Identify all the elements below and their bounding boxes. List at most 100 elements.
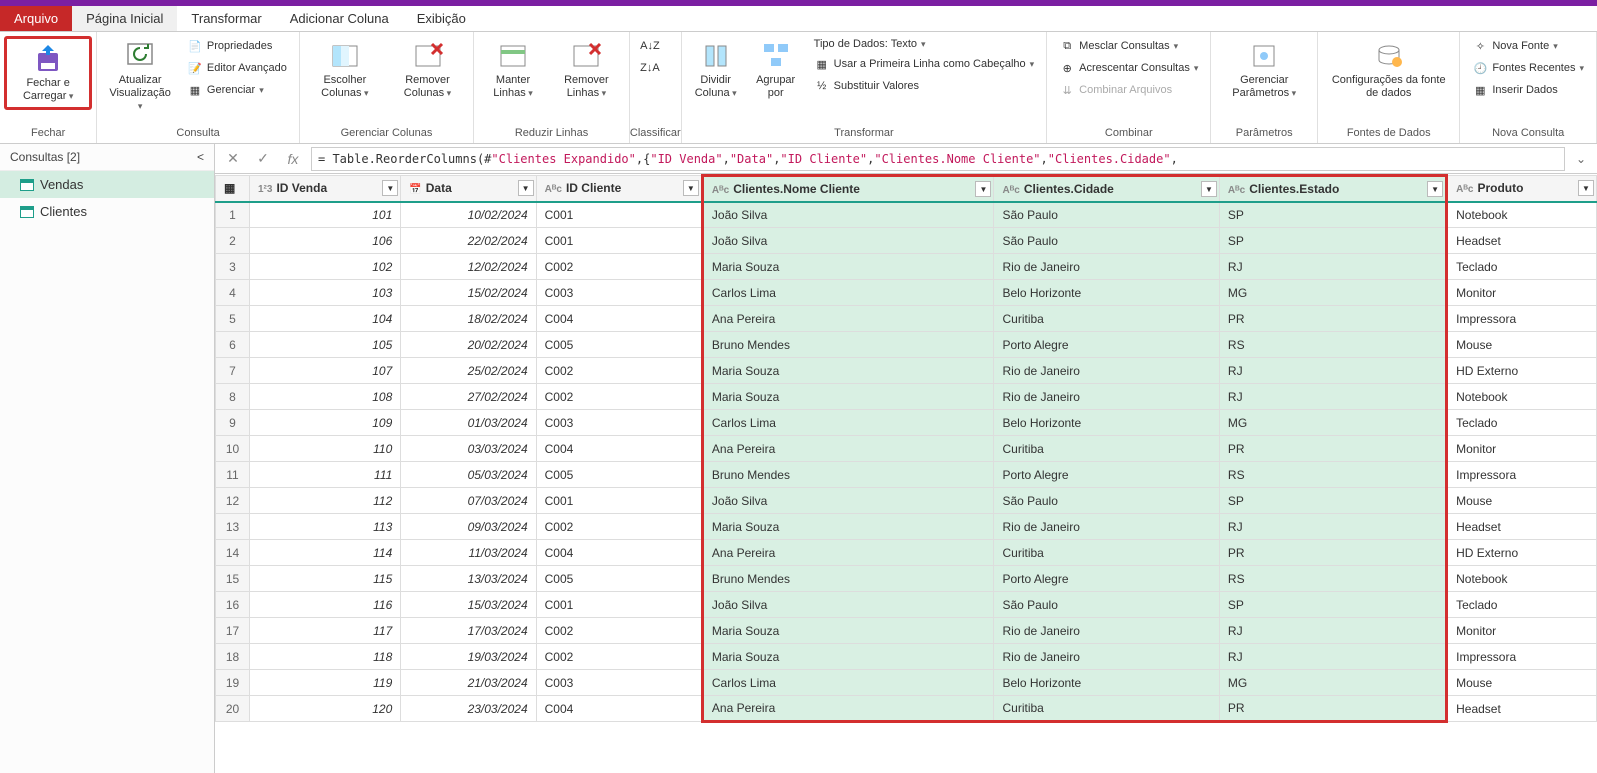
- recent-sources-button[interactable]: 🕘Fontes Recentes: [1468, 58, 1588, 78]
- formula-expand-button[interactable]: ⌄: [1571, 152, 1591, 166]
- sort-asc-button[interactable]: A↓Z: [638, 36, 662, 56]
- remove-columns-button[interactable]: Remover Colunas: [386, 36, 469, 104]
- grid-cell[interactable]: 17/03/2024: [401, 618, 536, 644]
- formula-cancel-button[interactable]: ✕: [221, 147, 245, 171]
- filter-dropdown-icon[interactable]: ▼: [683, 180, 699, 196]
- grid-cell[interactable]: Monitor: [1447, 618, 1597, 644]
- column-header[interactable]: AᴮcClientes.Estado▼: [1219, 176, 1446, 202]
- grid-cell[interactable]: Bruno Mendes: [702, 332, 994, 358]
- grid-cell[interactable]: 10/02/2024: [401, 202, 536, 228]
- column-header[interactable]: 📅Data▼: [401, 176, 536, 202]
- first-row-header-button[interactable]: ▦Usar a Primeira Linha como Cabeçalho: [810, 54, 1039, 74]
- grid-cell[interactable]: Porto Alegre: [994, 462, 1219, 488]
- replace-values-button[interactable]: ½Substituir Valores: [810, 76, 1039, 96]
- row-number[interactable]: 7: [216, 358, 250, 384]
- grid-cell[interactable]: RJ: [1219, 618, 1446, 644]
- grid-cell[interactable]: 18/02/2024: [401, 306, 536, 332]
- grid-cell[interactable]: 114: [250, 540, 401, 566]
- grid-cell[interactable]: Rio de Janeiro: [994, 358, 1219, 384]
- grid-cell[interactable]: Bruno Mendes: [702, 566, 994, 592]
- filter-dropdown-icon[interactable]: ▼: [975, 181, 991, 197]
- data-grid[interactable]: ▦1²3ID Venda▼📅Data▼AᴮcID Cliente▼AᴮcClie…: [215, 174, 1597, 723]
- grid-cell[interactable]: Curitiba: [994, 306, 1219, 332]
- grid-cell[interactable]: 19/03/2024: [401, 644, 536, 670]
- split-column-button[interactable]: Dividir Coluna: [686, 36, 746, 104]
- grid-cell[interactable]: 01/03/2024: [401, 410, 536, 436]
- grid-cell[interactable]: 109: [250, 410, 401, 436]
- formula-fx-button[interactable]: fx: [281, 147, 305, 171]
- grid-cell[interactable]: C002: [536, 618, 702, 644]
- combine-files-button[interactable]: ⇊Combinar Arquivos: [1055, 80, 1202, 100]
- grid-cell[interactable]: 111: [250, 462, 401, 488]
- grid-cell[interactable]: São Paulo: [994, 592, 1219, 618]
- grid-cell[interactable]: João Silva: [702, 592, 994, 618]
- append-queries-button[interactable]: ⊕Acrescentar Consultas: [1055, 58, 1202, 78]
- grid-cell[interactable]: C005: [536, 566, 702, 592]
- grid-cell[interactable]: Rio de Janeiro: [994, 644, 1219, 670]
- choose-columns-button[interactable]: Escolher Colunas: [304, 36, 386, 104]
- grid-cell[interactable]: Curitiba: [994, 436, 1219, 462]
- grid-cell[interactable]: C001: [536, 228, 702, 254]
- grid-cell[interactable]: 113: [250, 514, 401, 540]
- grid-cell[interactable]: C003: [536, 410, 702, 436]
- grid-cell[interactable]: MG: [1219, 280, 1446, 306]
- grid-cell[interactable]: PR: [1219, 436, 1446, 462]
- row-number[interactable]: 13: [216, 514, 250, 540]
- datatype-icon[interactable]: Aᴮc: [1456, 184, 1473, 195]
- grid-cell[interactable]: João Silva: [702, 488, 994, 514]
- grid-cell[interactable]: PR: [1219, 696, 1446, 722]
- datatype-button[interactable]: Tipo de Dados: Texto: [810, 36, 1039, 52]
- row-number[interactable]: 18: [216, 644, 250, 670]
- grid-cell[interactable]: Ana Pereira: [702, 436, 994, 462]
- grid-cell[interactable]: Impressora: [1447, 644, 1597, 670]
- grid-cell[interactable]: Bruno Mendes: [702, 462, 994, 488]
- grid-cell[interactable]: Notebook: [1447, 202, 1597, 228]
- grid-cell[interactable]: Carlos Lima: [702, 670, 994, 696]
- grid-cell[interactable]: RJ: [1219, 358, 1446, 384]
- datatype-icon[interactable]: 📅: [409, 184, 421, 195]
- queries-header[interactable]: Consultas [2] <: [0, 144, 214, 171]
- grid-cell[interactable]: 15/02/2024: [401, 280, 536, 306]
- grid-cell[interactable]: 15/03/2024: [401, 592, 536, 618]
- column-header[interactable]: AᴮcClientes.Cidade▼: [994, 176, 1219, 202]
- grid-cell[interactable]: Notebook: [1447, 384, 1597, 410]
- grid-cell[interactable]: Maria Souza: [702, 254, 994, 280]
- grid-cell[interactable]: São Paulo: [994, 202, 1219, 228]
- grid-cell[interactable]: Maria Souza: [702, 514, 994, 540]
- tab-transform[interactable]: Transformar: [177, 6, 275, 31]
- grid-cell[interactable]: RJ: [1219, 644, 1446, 670]
- grid-cell[interactable]: 120: [250, 696, 401, 722]
- row-number[interactable]: 1: [216, 202, 250, 228]
- grid-cell[interactable]: C004: [536, 306, 702, 332]
- row-number[interactable]: 19: [216, 670, 250, 696]
- datatype-icon[interactable]: Aᴮc: [545, 184, 562, 195]
- grid-cell[interactable]: 105: [250, 332, 401, 358]
- grid-cell[interactable]: C002: [536, 384, 702, 410]
- grid-cell[interactable]: João Silva: [702, 202, 994, 228]
- grid-cell[interactable]: PR: [1219, 306, 1446, 332]
- datatype-icon[interactable]: 1²3: [258, 184, 272, 195]
- refresh-preview-button[interactable]: Atualizar Visualização: [101, 36, 179, 117]
- grid-cell[interactable]: C004: [536, 540, 702, 566]
- grid-cell[interactable]: Ana Pereira: [702, 696, 994, 722]
- enter-data-button[interactable]: ▦Inserir Dados: [1468, 80, 1588, 100]
- grid-cell[interactable]: São Paulo: [994, 488, 1219, 514]
- keep-rows-button[interactable]: Manter Linhas: [478, 36, 548, 104]
- column-header[interactable]: AᴮcClientes.Nome Cliente▼: [702, 176, 994, 202]
- grid-cell[interactable]: Teclado: [1447, 254, 1597, 280]
- grid-cell[interactable]: RJ: [1219, 254, 1446, 280]
- grid-cell[interactable]: Maria Souza: [702, 644, 994, 670]
- formula-commit-button[interactable]: ✓: [251, 147, 275, 171]
- grid-cell[interactable]: Curitiba: [994, 540, 1219, 566]
- grid-cell[interactable]: Teclado: [1447, 592, 1597, 618]
- grid-cell[interactable]: 102: [250, 254, 401, 280]
- grid-cell[interactable]: Carlos Lima: [702, 280, 994, 306]
- grid-cell[interactable]: Belo Horizonte: [994, 410, 1219, 436]
- grid-cell[interactable]: 03/03/2024: [401, 436, 536, 462]
- grid-cell[interactable]: Mouse: [1447, 670, 1597, 696]
- grid-cell[interactable]: Monitor: [1447, 436, 1597, 462]
- row-number[interactable]: 12: [216, 488, 250, 514]
- row-number[interactable]: 2: [216, 228, 250, 254]
- grid-cell[interactable]: C001: [536, 488, 702, 514]
- grid-cell[interactable]: Notebook: [1447, 566, 1597, 592]
